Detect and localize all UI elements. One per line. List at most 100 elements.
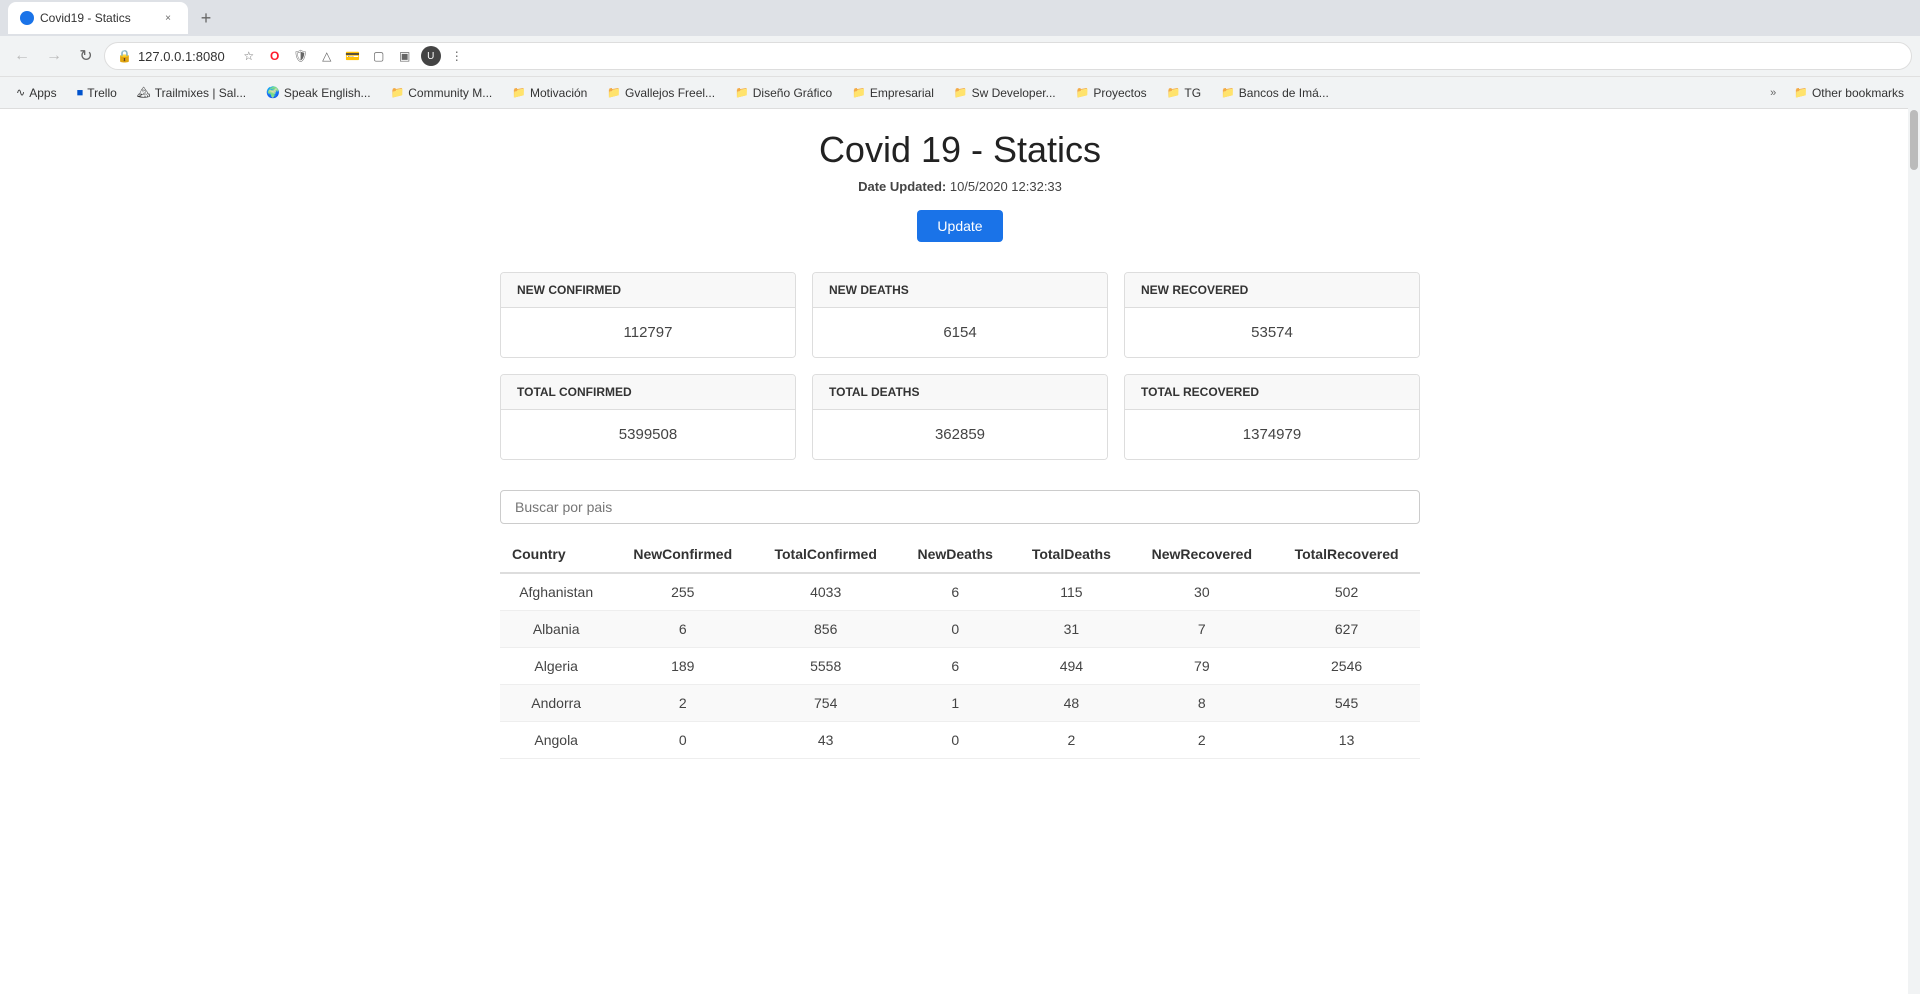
cell-value: 43 — [753, 722, 898, 759]
bookmark-bancos[interactable]: 📁 Bancos de Imá... — [1213, 84, 1337, 102]
cell-value: 48 — [1012, 685, 1130, 722]
scrollbar[interactable] — [1908, 108, 1920, 994]
folder-icon: 📁 — [1794, 86, 1808, 99]
shield-icon[interactable]: 🛡 — [291, 46, 311, 66]
screenshot-icon[interactable]: ▢ — [369, 46, 389, 66]
bookmark-trailmixes[interactable]: 🏔 Trailmixes | Sal... — [129, 84, 254, 102]
date-updated: Date Updated: 10/5/2020 12:32:33 — [20, 179, 1900, 194]
cell-country: Angola — [500, 722, 612, 759]
address-bar[interactable]: 🔒 127.0.0.1:8080 ☆ O 🛡 △ 💳 ▢ ▣ U ⋮ — [104, 42, 1912, 70]
bookmark-trailmixes-label: Trailmixes | Sal... — [155, 86, 246, 100]
bookmark-community-label: Community M... — [408, 86, 492, 100]
cell-value: 494 — [1012, 648, 1130, 685]
address-bar-icons: ☆ O 🛡 △ 💳 ▢ ▣ U ⋮ — [239, 46, 467, 66]
bookmark-empresarial-label: Empresarial — [870, 86, 934, 100]
bookmark-speak-english[interactable]: 🌍 Speak English... — [258, 84, 378, 102]
star-icon[interactable]: ☆ — [239, 46, 259, 66]
table-row: Afghanistan2554033611530502 — [500, 573, 1420, 611]
tab-icon[interactable]: ▣ — [395, 46, 415, 66]
folder-icon: 📁 — [852, 86, 866, 99]
bookmark-bancos-label: Bancos de Imá... — [1239, 86, 1329, 100]
trello-icon: ■ — [77, 87, 84, 99]
wallet-icon[interactable]: 💳 — [343, 46, 363, 66]
col-new-deaths: NewDeaths — [898, 536, 1012, 573]
stat-card-header: TOTAL RECOVERED — [1125, 375, 1419, 410]
reload-button[interactable]: ↻ — [72, 42, 100, 70]
bookmarks-overflow-button[interactable]: » — [1764, 85, 1782, 101]
cell-value: 627 — [1273, 611, 1420, 648]
tab-favicon — [20, 11, 34, 25]
cell-value: 2546 — [1273, 648, 1420, 685]
cell-value: 189 — [612, 648, 753, 685]
secure-icon: 🔒 — [117, 49, 132, 63]
bookmark-motivacion-label: Motivación — [530, 86, 587, 100]
bookmark-diseno-label: Diseño Gráfico — [753, 86, 832, 100]
profile-icon[interactable]: U — [421, 46, 441, 66]
bookmark-community[interactable]: 📁 Community M... — [383, 84, 501, 102]
bookmark-gvallejos-label: Gvallejos Freel... — [625, 86, 715, 100]
stat-card-value: 6154 — [813, 308, 1107, 357]
cell-value: 5558 — [753, 648, 898, 685]
cell-value: 6 — [612, 611, 753, 648]
bookmark-apps-label: Apps — [29, 86, 56, 100]
stat-card-value: 53574 — [1125, 308, 1419, 357]
opera-icon[interactable]: O — [265, 46, 285, 66]
folder-icon: 📁 — [607, 86, 621, 99]
tab-title: Covid19 - Statics — [40, 11, 154, 25]
forward-button[interactable]: → — [40, 42, 68, 70]
stat-card-header: NEW DEATHS — [813, 273, 1107, 308]
cell-country: Albania — [500, 611, 612, 648]
folder-icon: 📁 — [1076, 86, 1090, 99]
cell-value: 8 — [1130, 685, 1273, 722]
bookmark-gvallejos[interactable]: 📁 Gvallejos Freel... — [599, 84, 723, 102]
trailmixes-icon: 🏔 — [137, 86, 151, 99]
scrollbar-thumb[interactable] — [1910, 110, 1918, 170]
bookmark-sw-developer[interactable]: 📁 Sw Developer... — [946, 84, 1064, 102]
cell-value: 2 — [1012, 722, 1130, 759]
page-header: Covid 19 - Statics Date Updated: 10/5/20… — [20, 129, 1900, 242]
bookmark-empresarial[interactable]: 📁 Empresarial — [844, 84, 942, 102]
tab-close-button[interactable]: × — [160, 10, 176, 26]
folder-icon: 📁 — [735, 86, 749, 99]
bookmark-other-label: Other bookmarks — [1812, 86, 1904, 100]
active-tab[interactable]: Covid19 - Statics × — [8, 2, 188, 34]
stat-card-new-deaths: NEW DEATHS 6154 — [812, 272, 1108, 358]
update-button[interactable]: Update — [917, 210, 1002, 242]
table-header-row: Country NewConfirmed TotalConfirmed NewD… — [500, 536, 1420, 573]
stat-card-total-deaths: TOTAL DEATHS 362859 — [812, 374, 1108, 460]
table-row: Albania68560317627 — [500, 611, 1420, 648]
search-container — [500, 490, 1420, 524]
vpn-icon[interactable]: △ — [317, 46, 337, 66]
bookmark-motivacion[interactable]: 📁 Motivación — [504, 84, 595, 102]
cell-value: 4033 — [753, 573, 898, 611]
search-input[interactable] — [500, 490, 1420, 524]
cell-value: 0 — [898, 611, 1012, 648]
bookmark-other[interactable]: 📁 Other bookmarks — [1786, 84, 1912, 102]
col-total-confirmed: TotalConfirmed — [753, 536, 898, 573]
url-text: 127.0.0.1:8080 — [138, 49, 225, 64]
cell-value: 545 — [1273, 685, 1420, 722]
bookmark-apps[interactable]: ∿ Apps — [8, 84, 65, 102]
bookmark-proyectos[interactable]: 📁 Proyectos — [1068, 84, 1155, 102]
table-container: Country NewConfirmed TotalConfirmed NewD… — [500, 536, 1420, 759]
stat-card-new-confirmed: NEW CONFIRMED 112797 — [500, 272, 796, 358]
menu-icon[interactable]: ⋮ — [447, 46, 467, 66]
stat-card-value: 112797 — [501, 308, 795, 357]
stat-card-value: 362859 — [813, 410, 1107, 459]
stats-grid: NEW CONFIRMED 112797 NEW DEATHS 6154 NEW… — [500, 272, 1420, 460]
cell-value: 856 — [753, 611, 898, 648]
cell-country: Afghanistan — [500, 573, 612, 611]
cell-value: 13 — [1273, 722, 1420, 759]
new-tab-button[interactable]: + — [192, 4, 220, 32]
cell-value: 31 — [1012, 611, 1130, 648]
col-new-recovered: NewRecovered — [1130, 536, 1273, 573]
bookmark-sw-developer-label: Sw Developer... — [972, 86, 1056, 100]
back-button[interactable]: ← — [8, 42, 36, 70]
table-body: Afghanistan2554033611530502Albania685603… — [500, 573, 1420, 759]
folder-icon: 📁 — [391, 86, 405, 99]
bookmark-tg[interactable]: 📁 TG — [1159, 84, 1209, 102]
tab-bar: Covid19 - Statics × + — [0, 0, 1920, 36]
bookmark-trello[interactable]: ■ Trello — [69, 84, 125, 102]
page-title: Covid 19 - Statics — [20, 129, 1900, 171]
bookmark-diseno[interactable]: 📁 Diseño Gráfico — [727, 84, 840, 102]
